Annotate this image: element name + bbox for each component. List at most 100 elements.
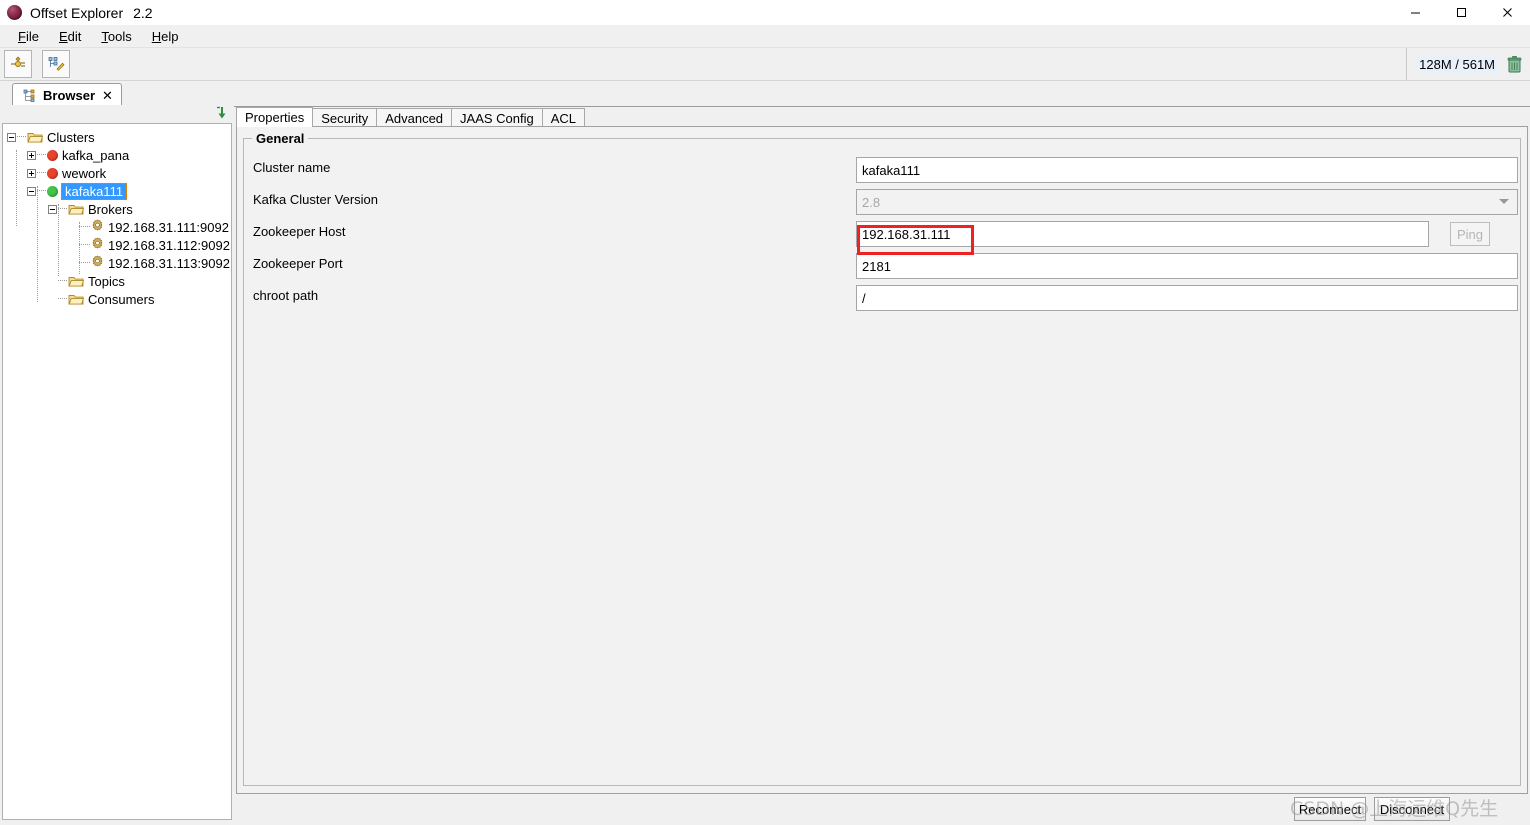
tree-connector [58, 280, 67, 282]
ping-button[interactable]: Ping [1450, 222, 1490, 246]
tree-connector [58, 208, 67, 210]
window-controls [1392, 0, 1530, 25]
folder-icon [27, 131, 44, 144]
folder-icon [68, 203, 85, 216]
minimize-button[interactable] [1392, 0, 1438, 25]
tree-node-label: wework [62, 165, 107, 181]
footer-button-bar: Reconnect Disconnect [236, 797, 1528, 823]
tree-connector [17, 136, 26, 138]
tree-node-label-selected: kafaka111 [61, 182, 128, 200]
chroot-path-label: chroot path [253, 288, 319, 303]
close-icon[interactable]: ✕ [102, 89, 113, 102]
connection-settings-icon [11, 56, 25, 67]
gear-icon [91, 237, 104, 253]
title-bar: Offset Explorer 2.2 [0, 0, 1530, 25]
field-row-chroot-path: chroot path / [244, 283, 1522, 311]
kafka-cluster-version-label: Kafka Cluster Version [253, 192, 379, 207]
menu-item-help[interactable]: Help [142, 27, 189, 46]
tree-node-broker[interactable]: 192.168.31.112:9092 [3, 236, 231, 254]
tree-connector [79, 244, 90, 246]
tree-browser-icon [23, 89, 35, 102]
menu-item-edit[interactable]: Edit [49, 27, 91, 46]
tab-jaas-config[interactable]: JAAS Config [451, 108, 543, 127]
chevron-down-icon[interactable] [1499, 199, 1509, 204]
tab-advanced[interactable]: Advanced [376, 108, 453, 127]
close-button[interactable] [1484, 0, 1530, 25]
folder-icon [68, 293, 85, 306]
tree-node-broker[interactable]: 192.168.31.111:9092 [3, 218, 231, 236]
tree-connector [37, 172, 46, 174]
tree-node-label: 192.168.31.113:9092 [108, 255, 230, 271]
tree-node-wework[interactable]: wework [3, 164, 231, 182]
tree-node-brokers[interactable]: Brokers [3, 200, 231, 218]
cluster-name-input[interactable]: kafaka111 [856, 157, 1518, 183]
expander-minus-icon[interactable] [27, 186, 36, 196]
collapse-all-down-arrow-icon[interactable] [213, 106, 228, 124]
folder-icon [68, 275, 85, 288]
menu-item-edit-rest: dit [67, 28, 82, 44]
menu-item-tools-rest: ools [107, 28, 132, 44]
tab-strip: Browser ✕ [0, 81, 1530, 107]
edit-cluster-button[interactable] [42, 50, 70, 78]
tree-node-topics[interactable]: Topics [3, 272, 231, 290]
field-row-zookeeper-port: Zookeeper Port 2181 [244, 251, 1522, 279]
disconnect-button-label: Disconnect [1379, 801, 1445, 817]
tab-security[interactable]: Security [312, 108, 378, 127]
tree-node-label: Topics [88, 273, 125, 289]
expander-plus-icon[interactable] [27, 150, 36, 160]
cluster-tree[interactable]: Clusters kafka_pana wework kafaka111 Bro… [2, 123, 232, 820]
properties-tabs: Properties Security Advanced JAAS Config… [236, 107, 586, 127]
menu-item-file[interactable]: File [8, 27, 49, 46]
tree-connector [37, 190, 46, 192]
expander-minus-icon[interactable] [48, 204, 57, 214]
menu-item-tools[interactable]: Tools [91, 27, 141, 46]
menu-bar: File Edit Tools Help [0, 25, 1530, 48]
tab-properties[interactable]: Properties [236, 107, 314, 127]
tab-properties-label: Properties [245, 110, 305, 125]
zookeeper-host-label: Zookeeper Host [253, 224, 346, 239]
gear-icon [91, 219, 104, 235]
tree-node-broker[interactable]: 192.168.31.113:9092 [3, 254, 231, 272]
gear-icon [91, 255, 104, 271]
tree-node-label: kafka_pana [62, 147, 130, 163]
app-title: Offset Explorer [30, 4, 124, 21]
app-version: 2.2 [133, 4, 153, 21]
tree-node-clusters[interactable]: Clusters [3, 128, 231, 146]
tab-advanced-label: Advanced [385, 110, 444, 126]
general-group: General Cluster name kafaka111 Kafka Clu… [243, 131, 1522, 786]
properties-content: General Cluster name kafaka111 Kafka Clu… [236, 126, 1528, 794]
zookeeper-host-input[interactable]: 192.168.31.111 [856, 221, 1429, 247]
memory-indicator: 128M / 561M [1406, 48, 1530, 80]
field-row-kafka-cluster-version: Kafka Cluster Version 2.8 [244, 187, 1522, 215]
tab-security-label: Security [321, 110, 369, 126]
status-dot-connected-icon [47, 185, 58, 197]
maximize-button[interactable] [1438, 0, 1484, 25]
expander-minus-icon[interactable] [7, 132, 16, 142]
tree-node-label: 192.168.31.111:9092 [108, 219, 229, 235]
tree-node-label: Clusters [47, 129, 95, 145]
ping-button-label: Ping [1456, 226, 1484, 242]
tree-node-kafaka111[interactable]: kafaka111 [3, 182, 231, 200]
kafka-cluster-version-combo[interactable]: 2.8 [856, 189, 1518, 215]
tab-browser-label: Browser [43, 87, 96, 103]
sphere-logo-icon [7, 5, 22, 20]
main-area: Clusters kafka_pana wework kafaka111 Bro… [0, 105, 1530, 825]
tree-connector [79, 262, 90, 264]
trash-icon[interactable] [1507, 55, 1522, 73]
status-dot-disconnected-icon [47, 149, 58, 161]
tab-acl[interactable]: ACL [541, 108, 586, 127]
properties-panel: Properties Security Advanced JAAS Config… [236, 105, 1528, 795]
reconnect-button[interactable]: Reconnect [1294, 797, 1366, 821]
tree-node-consumers[interactable]: Consumers [3, 290, 231, 308]
disconnect-button[interactable]: Disconnect [1374, 797, 1450, 821]
reconnect-button-label: Reconnect [1298, 801, 1362, 817]
tab-jaas-config-label: JAAS Config [460, 110, 534, 126]
tree-node-kafka-pana[interactable]: kafka_pana [3, 146, 231, 164]
chroot-path-input[interactable]: / [856, 285, 1518, 311]
tree-node-label: 192.168.31.112:9092 [108, 237, 230, 253]
tree-connector [79, 226, 90, 228]
zookeeper-port-input[interactable]: 2181 [856, 253, 1518, 279]
tab-browser[interactable]: Browser ✕ [12, 83, 122, 106]
expander-plus-icon[interactable] [27, 168, 36, 178]
add-cluster-button[interactable] [4, 50, 32, 78]
